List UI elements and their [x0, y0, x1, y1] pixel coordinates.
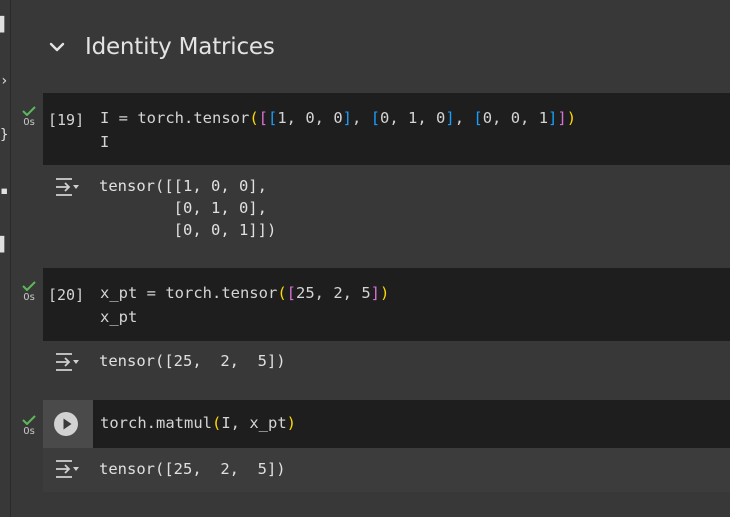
cell-status: 0s [18, 106, 40, 128]
execution-time: 0s [23, 292, 35, 303]
execution-time: 0s [23, 426, 35, 437]
rail-icon[interactable]: › [0, 74, 8, 88]
output-toggle-icon[interactable] [54, 351, 80, 373]
rail-icon[interactable]: } [0, 128, 8, 142]
run-gutter [43, 400, 93, 448]
output-area: tensor([[1, 0, 0], [0, 1, 0], [0, 0, 1]]… [43, 165, 730, 255]
rail-icon[interactable]: ▌ [0, 18, 8, 32]
output-text: tensor([25, 2, 5]) [99, 352, 286, 370]
rail-icon[interactable]: ▪ [0, 184, 8, 198]
output-toggle-icon[interactable] [54, 458, 80, 480]
check-icon [22, 415, 36, 425]
rail-icon[interactable]: ▌ [0, 238, 8, 252]
code-text: I [100, 133, 110, 151]
output-area: tensor([25, 2, 5]) [43, 448, 730, 492]
code-args: I, x_pt [221, 414, 287, 432]
check-icon [22, 106, 36, 116]
check-icon [22, 281, 36, 291]
chevron-down-icon[interactable] [45, 35, 69, 59]
output-area: tensor([25, 2, 5]) [43, 341, 730, 386]
execution-count: [20] [48, 286, 85, 304]
run-cell-button[interactable] [54, 412, 78, 436]
code-editor[interactable]: I = torch.tensor([[1, 0, 0], [0, 1, 0], … [100, 106, 576, 154]
output-text: tensor([25, 2, 5]) [99, 460, 286, 478]
code-text: I = torch.tensor [100, 109, 250, 127]
run-cell-icon [63, 418, 72, 430]
code-editor[interactable]: torch.matmul(I, x_pt) [100, 411, 296, 435]
cell-status: 0s [18, 281, 40, 303]
execution-time: 0s [23, 117, 35, 128]
section-title: Identity Matrices [85, 34, 275, 60]
code-cell[interactable]: [19] I = torch.tensor([[1, 0, 0], [0, 1,… [43, 93, 730, 165]
left-rail: ▌ › } ▪ ▌ [0, 0, 11, 517]
code-text: x_pt [100, 308, 138, 326]
execution-count: [19] [48, 111, 85, 129]
output-toggle-icon[interactable] [54, 176, 80, 198]
section-header[interactable]: Identity Matrices [43, 26, 730, 68]
cell-status: 0s [18, 415, 40, 437]
code-editor[interactable]: x_pt = torch.tensor([25, 2, 5]) x_pt [100, 281, 389, 329]
code-cell[interactable]: torch.matmul(I, x_pt) [43, 400, 730, 448]
code-cell[interactable]: [20] x_pt = torch.tensor([25, 2, 5]) x_p… [43, 268, 730, 341]
code-text: x_pt = torch.tensor [100, 284, 278, 302]
code-text: torch.matmul [100, 414, 212, 432]
output-text: tensor([[1, 0, 0], [0, 1, 0], [0, 0, 1]]… [99, 177, 277, 239]
